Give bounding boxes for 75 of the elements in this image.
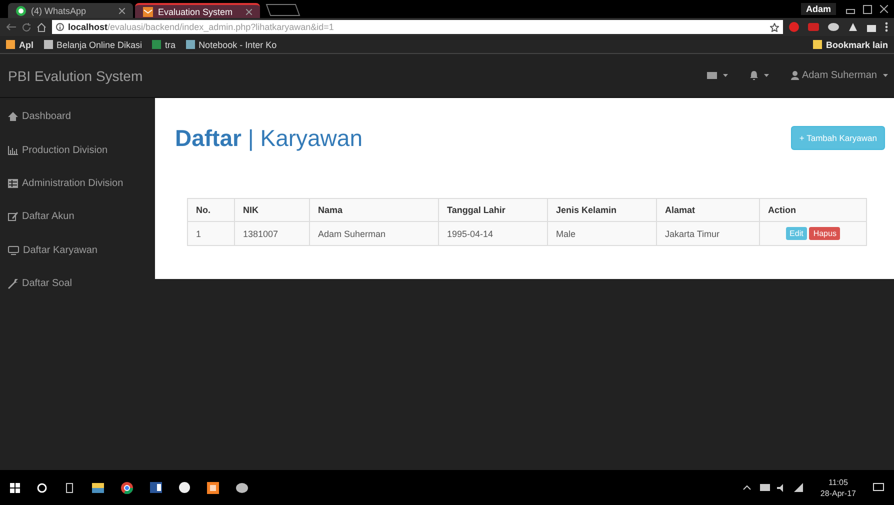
table-cell: 1 — [188, 222, 234, 246]
table-cell: 1381007 — [234, 222, 310, 246]
column-header: Nama — [310, 198, 438, 222]
caret-icon[interactable] — [743, 485, 752, 490]
folder-icon — [812, 40, 822, 49]
search-icon[interactable] — [37, 482, 47, 492]
sidebar-item[interactable]: Daftar Soal — [0, 266, 155, 300]
close-icon[interactable] — [246, 8, 252, 14]
bar-chart-icon — [8, 146, 18, 155]
url-text: localhost/evaluasi/backend/index_admin.php?lihatkaryawan&id=1 — [68, 22, 334, 32]
column-header: NIK — [234, 198, 310, 222]
table-cell: 1995-04-14 — [438, 222, 548, 246]
sidebar-item[interactable]: Production Division — [0, 133, 155, 167]
bookmark[interactable]: Belanja Online Dikasi — [44, 40, 142, 50]
user-menu[interactable]: Adam Suherman — [790, 70, 888, 81]
monitor-icon — [8, 246, 19, 255]
browser-tab[interactable]: (4) WhatsApp — [8, 3, 133, 18]
tab-title: (4) WhatsApp — [31, 6, 88, 16]
table-cell: Male — [548, 222, 656, 246]
column-header: Action — [760, 198, 866, 222]
browser-tab[interactable]: Evaluation System — [135, 3, 260, 18]
maximize-icon[interactable] — [863, 4, 872, 14]
page-title: Daftar | Karyawan — [175, 124, 364, 152]
dashboard-icon — [8, 112, 18, 122]
user-icon — [790, 71, 799, 80]
clock-time: 11:05 — [828, 476, 848, 488]
browser-icon[interactable] — [121, 482, 133, 494]
folder-icon[interactable] — [92, 482, 104, 492]
bell-icon — [750, 71, 758, 80]
tab-title: Evaluation System — [158, 6, 234, 16]
new-tab-button[interactable] — [266, 4, 300, 16]
sidebar-item[interactable]: Administration Division — [0, 166, 155, 200]
bookmark[interactable]: Notebook - Inter Ko — [186, 40, 277, 50]
bookmark[interactable]: Apl — [6, 40, 34, 50]
table-icon — [8, 178, 18, 188]
bookmark-folder[interactable]: Bookmark lain — [812, 40, 888, 50]
column-header: No. — [188, 198, 234, 222]
mail-icon — [143, 6, 153, 16]
app-icon[interactable] — [207, 482, 219, 494]
profile-name[interactable]: Adam — [800, 3, 836, 15]
address-bar[interactable]: localhost/evaluasi/backend/index_admin.php?lihatkaryawan&id=1 — [52, 20, 783, 34]
close-icon[interactable] — [119, 8, 125, 14]
task-view-icon[interactable] — [64, 482, 75, 492]
sidebar-item[interactable]: Daftar Akun — [0, 200, 155, 234]
caret-icon — [883, 74, 888, 77]
sidebar-item[interactable]: Daftar Karyawan — [0, 234, 155, 267]
caret-icon — [764, 74, 769, 77]
alerts-menu[interactable] — [750, 71, 769, 80]
app-brand[interactable]: PBI Evalution System — [8, 68, 685, 84]
sidebar-item[interactable]: Dashboard — [0, 100, 155, 134]
column-header: Jenis Kelamin — [548, 198, 656, 222]
wrench-icon — [8, 278, 18, 289]
edit-icon — [8, 212, 18, 222]
home-icon[interactable] — [37, 22, 46, 32]
menu-icon[interactable] — [885, 22, 888, 32]
back-icon[interactable] — [6, 23, 16, 31]
table-cell: Adam Suherman — [310, 222, 438, 246]
close-icon[interactable] — [880, 4, 888, 12]
caret-icon — [722, 74, 728, 77]
column-header: Tanggal Lahir — [438, 198, 548, 222]
delete-button[interactable]: Hapus — [809, 227, 840, 240]
envelope-icon — [706, 72, 717, 79]
star-icon[interactable] — [770, 22, 779, 32]
clock[interactable]: 11:05 28-Apr-17 — [820, 476, 856, 498]
messages-menu[interactable] — [706, 72, 728, 79]
windows-logo-icon[interactable] — [10, 482, 20, 492]
clock-date: 28-Apr-17 — [820, 488, 856, 498]
bookmark[interactable]: tra — [152, 40, 176, 50]
table-cell: Jakarta Timur — [656, 222, 760, 246]
notification-icon[interactable] — [873, 482, 884, 492]
reload-icon[interactable] — [22, 22, 31, 32]
column-header: Alamat — [656, 198, 760, 222]
chat-icon — [16, 6, 26, 16]
info-icon — [56, 23, 64, 31]
document-icon[interactable] — [150, 482, 162, 493]
